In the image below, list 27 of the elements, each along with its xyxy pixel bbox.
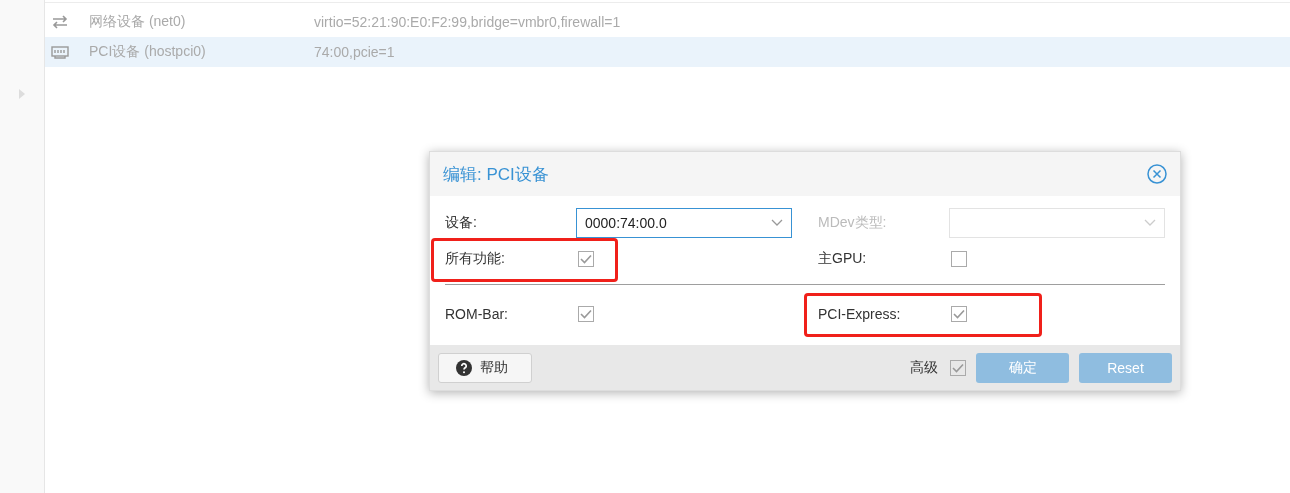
dialog-title: 编辑: PCI设备: [443, 163, 549, 186]
checkbox[interactable]: [578, 306, 594, 322]
dropdown-field[interactable]: 0000:74:00.0: [576, 208, 792, 238]
device-value: 74:00,pcie=1: [314, 44, 395, 60]
arrows-icon: [51, 15, 69, 29]
checkbox[interactable]: [578, 251, 594, 267]
field-label: 主GPU:: [818, 250, 868, 268]
advanced-label: 高级: [910, 358, 938, 377]
field-label: 所有功能:: [445, 250, 506, 268]
device-name: 网络设备 (net0): [89, 13, 187, 31]
hardware-row[interactable]: PCI设备 (hostpci0) 74:00,pcie=1: [45, 37, 1290, 67]
field-label: PCI-Express:: [818, 306, 902, 322]
checkbox[interactable]: [951, 306, 967, 322]
caret-icon: [1144, 219, 1156, 227]
device-name: PCI设备 (hostpci0): [89, 43, 207, 61]
caret-icon: [771, 219, 783, 227]
field-label: ROM-Bar:: [445, 306, 509, 322]
field-label: MDev类型:: [818, 214, 888, 232]
card-icon: [51, 45, 69, 59]
device-value: virtio=52:21:90:E0:F2:99,bridge=vmbr0,firewall=1: [314, 14, 621, 30]
help-icon: [456, 359, 472, 376]
close-icon[interactable]: [1146, 163, 1168, 185]
help-button[interactable]: 帮助: [438, 352, 532, 383]
checkbox[interactable]: [950, 359, 966, 376]
field-label: 设备:: [445, 214, 478, 232]
hardware-row[interactable]: 网络设备 (net0) virtio=52:21:90:E0:F2:99,bridge=vmbr0,firewall=1: [45, 7, 1290, 37]
checkbox[interactable]: [951, 251, 967, 267]
